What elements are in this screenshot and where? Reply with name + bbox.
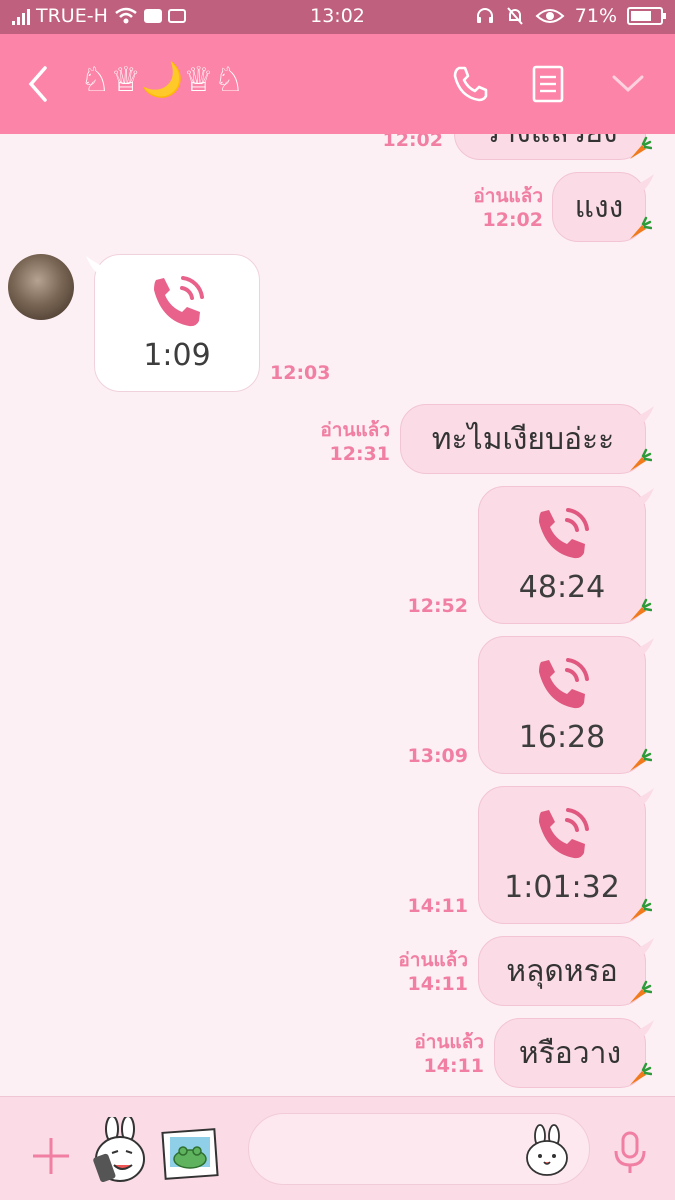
- bubble-tail: [638, 1020, 654, 1036]
- bubble-tail: [86, 256, 102, 272]
- eye-icon: [535, 9, 565, 23]
- read-receipt: อ่านแล้ว: [414, 1031, 484, 1053]
- carrot-icon: [630, 136, 652, 159]
- call-bubble[interactable]: 48:24: [478, 486, 646, 624]
- message-time: 12:52: [407, 595, 468, 617]
- message-text: ทะไมเงียบอ่ะะ: [431, 421, 615, 457]
- carrot-icon: [630, 448, 652, 471]
- composer-bar: [0, 1096, 675, 1200]
- status-bar: TRUE-H 13:02 71%: [0, 0, 675, 34]
- call-bubble[interactable]: 1:09: [94, 254, 260, 392]
- chevron-left-icon[interactable]: [18, 62, 62, 106]
- avatar[interactable]: [8, 254, 74, 320]
- read-receipt: อ่านแล้ว: [473, 185, 543, 207]
- message-time: 12:02: [382, 134, 443, 151]
- phone-call-icon: [539, 507, 589, 558]
- chat-title: ♘♕🌙♕♘: [80, 60, 245, 100]
- chevron-down-icon[interactable]: [606, 62, 650, 106]
- message-meta: อ่านแล้ว 14:11: [348, 948, 468, 996]
- message-meta: 12:02: [330, 134, 443, 152]
- call-bubble[interactable]: 16:28: [478, 636, 646, 774]
- bubble-tail: [638, 638, 654, 654]
- phone-call-icon: [539, 807, 589, 858]
- headset-icon: [476, 8, 493, 23]
- bubble-tail: [638, 938, 654, 954]
- battery-percent: 71%: [574, 5, 617, 27]
- bubble-tail: [638, 406, 654, 422]
- call-duration: 1:01:32: [504, 869, 620, 905]
- carrot-icon: [630, 748, 652, 771]
- status-right: 71%: [475, 5, 666, 27]
- message-list[interactable]: ว่างแล้วยัง 12:02 แงง อ่านแล้ว 12:02 1:0…: [0, 134, 675, 1096]
- message-meta: อ่านแล้ว 12:31: [270, 418, 390, 466]
- notes-icon[interactable]: [526, 62, 570, 106]
- call-duration: 48:24: [518, 569, 606, 605]
- read-receipt: อ่านแล้ว: [398, 949, 468, 971]
- carrot-icon: [630, 1062, 652, 1085]
- carrot-icon: [630, 598, 652, 621]
- message-bubble[interactable]: ว่างแล้วยัง: [454, 134, 646, 160]
- message-meta: อ่านแล้ว 12:02: [420, 184, 543, 232]
- message-time: 14:11: [407, 973, 468, 995]
- chat-header: ♘♕🌙♕♘: [0, 34, 675, 134]
- call-bubble[interactable]: 1:01:32: [478, 786, 646, 924]
- phone-call-icon: [539, 657, 589, 708]
- message-text: แงง: [574, 189, 624, 225]
- bubble-tail: [638, 174, 654, 190]
- carrot-icon: [630, 980, 652, 1003]
- frog-photo-sticker-icon[interactable]: [160, 1127, 220, 1181]
- bubble-tail: [638, 788, 654, 804]
- message-bubble[interactable]: หรือวาง: [494, 1018, 646, 1088]
- message-time: 12:02: [482, 209, 543, 231]
- message-time: 12:31: [329, 443, 390, 465]
- message-time: 13:09: [407, 745, 468, 767]
- message-text: หลุดหรอ: [506, 953, 618, 989]
- message-time: 14:11: [407, 895, 468, 917]
- carrot-icon: [630, 216, 652, 239]
- battery-icon: [627, 7, 666, 25]
- call-duration: 16:28: [518, 719, 606, 755]
- plus-icon[interactable]: [30, 1135, 72, 1177]
- message-meta: อ่านแล้ว 14:11: [364, 1030, 484, 1078]
- phone-call-icon: [154, 275, 204, 326]
- bubble-tail: [638, 488, 654, 504]
- read-receipt: อ่านแล้ว: [320, 419, 390, 441]
- phone-icon[interactable]: [448, 62, 492, 106]
- microphone-icon[interactable]: [610, 1131, 650, 1175]
- mute-bell-icon: [507, 7, 523, 25]
- bunny-emoji-icon[interactable]: [523, 1124, 571, 1176]
- message-text: ว่างแล้วยัง: [482, 134, 617, 156]
- bunny-phone-sticker-icon[interactable]: [88, 1117, 150, 1187]
- carrot-icon: [630, 898, 652, 921]
- message-time: 14:11: [423, 1055, 484, 1077]
- call-duration: 1:09: [143, 337, 211, 373]
- message-input-box[interactable]: [248, 1113, 590, 1185]
- message-input[interactable]: [273, 1134, 523, 1166]
- message-bubble[interactable]: หลุดหรอ: [478, 936, 646, 1006]
- message-text: หรือวาง: [518, 1035, 622, 1071]
- message-bubble[interactable]: ทะไมเงียบอ่ะะ: [400, 404, 646, 474]
- message-time: 12:03: [270, 362, 331, 384]
